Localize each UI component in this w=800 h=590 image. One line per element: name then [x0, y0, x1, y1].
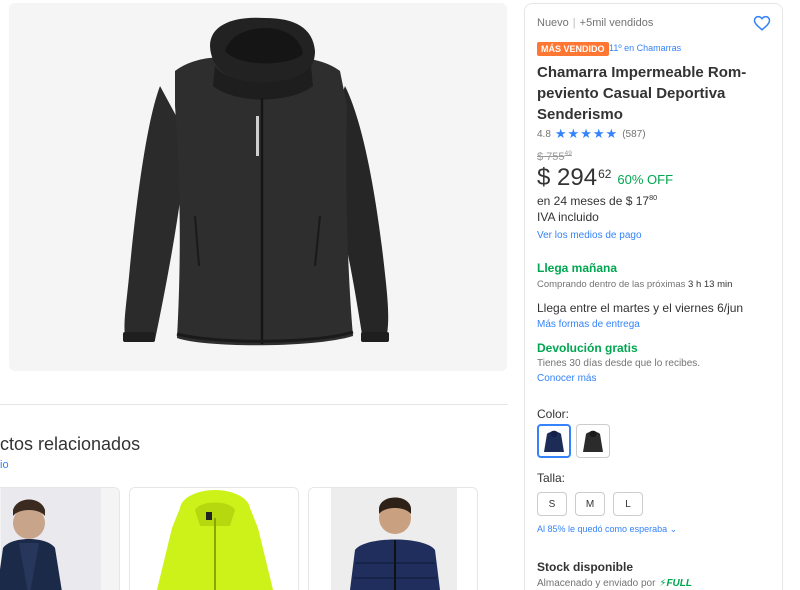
section-divider: [0, 404, 508, 405]
color-swatch-black[interactable]: [576, 424, 610, 458]
stock-title: Stock disponible: [537, 560, 634, 574]
heart-icon[interactable]: [753, 14, 771, 32]
best-seller-badge: MÁS VENDIDO: [537, 42, 609, 56]
more-shipping-link[interactable]: Más formas de entrega: [537, 319, 640, 330]
size-option-s[interactable]: S: [537, 492, 567, 516]
product-main-image[interactable]: [115, 16, 405, 358]
discount-label: 60% OFF: [617, 172, 674, 187]
return-title: Devolución gratis: [537, 341, 638, 355]
jacket-navy-thumb: [544, 430, 564, 452]
product-title: Chamarra Impermeable Rom-peviento Casual…: [537, 64, 747, 123]
category-rank-link[interactable]: 11º en Chamarras: [609, 43, 681, 53]
related-card[interactable]: [308, 487, 478, 590]
related-products-link[interactable]: io: [0, 459, 9, 471]
size-option-l[interactable]: L: [613, 492, 643, 516]
old-price-value: $ 755: [537, 151, 565, 163]
related-product-image: [130, 488, 298, 590]
old-price: $ 75549: [537, 150, 572, 163]
price-value: $ 294: [537, 164, 598, 191]
review-count: (587): [622, 128, 646, 140]
arrive-range: Llega entre el martes y el viernes 6/jun: [537, 301, 744, 315]
separator: |: [572, 17, 576, 29]
rating-value: 4.8: [537, 128, 551, 140]
arrive-subtitle: Comprando dentro de las próximas 3 h 13 …: [537, 279, 732, 290]
stored-text: Almacenado y enviado por: [537, 578, 656, 589]
jacket-black-thumb: [583, 430, 603, 452]
fit-text: Al 85% le quedó como esperaba: [537, 524, 668, 534]
installments-text: en 24 meses de $ 17: [537, 194, 650, 208]
star-icon: ★★★★★: [554, 126, 619, 141]
return-subtitle: Tienes 30 días desde que lo recibes.: [537, 358, 701, 369]
related-card[interactable]: [129, 487, 299, 590]
sold-count: +5mil vendidos: [579, 17, 654, 29]
current-price: $ 294 62 60% OFF: [537, 164, 673, 192]
return-info-link[interactable]: Conocer más: [537, 373, 596, 384]
related-product-image: [0, 488, 119, 590]
arrive-sub-text: Comprando dentro de las próximas: [537, 279, 686, 290]
buy-box: Nuevo | +5mil vendidos MÁS VENDIDO 11º en …: [524, 3, 783, 590]
arrive-title: Llega mañana: [537, 261, 618, 275]
size-label: Talla:: [537, 471, 566, 485]
full-badge: ⚡FULL: [659, 578, 692, 589]
chevron-down-icon: ⌄: [669, 524, 678, 534]
fit-feedback-link[interactable]: Al 85% le quedó como esperaba ⌄: [537, 524, 677, 535]
related-products-title: ctos relacionados: [0, 434, 141, 454]
iva-text: IVA incluido: [537, 210, 599, 224]
installments: en 24 meses de $ 1780: [537, 193, 658, 208]
jacket-illustration: [123, 17, 389, 346]
color-swatch-navy[interactable]: [537, 424, 571, 458]
stored-by: Almacenado y enviado por ⚡FULL: [537, 578, 692, 589]
old-price-cents: 49: [564, 150, 572, 157]
price-cents: 62: [598, 167, 612, 181]
payment-methods-link[interactable]: Ver los medios de pago: [537, 230, 642, 241]
related-card[interactable]: [0, 487, 120, 590]
installments-cents: 80: [649, 193, 658, 202]
condition-sold: Nuevo | +5mil vendidos: [537, 17, 653, 29]
color-label: Color:: [537, 407, 570, 421]
arrive-time: 3 h 13 min: [688, 279, 733, 290]
rating-row[interactable]: 4.8 ★★★★★ (587): [537, 126, 646, 142]
full-label: FULL: [666, 578, 692, 589]
condition-label: Nuevo: [537, 17, 569, 29]
size-option-m[interactable]: M: [575, 492, 605, 516]
related-product-image: [309, 488, 477, 590]
